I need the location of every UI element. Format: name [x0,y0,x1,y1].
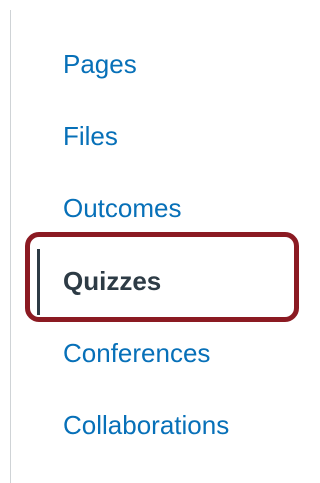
active-item-indicator [37,249,40,315]
nav-item-collaborations[interactable]: Collaborations [63,407,229,443]
nav-item-pages[interactable]: Pages [63,46,137,82]
nav-item-files[interactable]: Files [63,118,118,154]
nav-divider [10,10,11,483]
nav-item-outcomes[interactable]: Outcomes [63,190,182,226]
course-navigation: Pages Files Outcomes Quizzes Conferences… [0,0,309,483]
nav-item-quizzes[interactable]: Quizzes [63,263,161,299]
nav-item-conferences[interactable]: Conferences [63,335,210,371]
